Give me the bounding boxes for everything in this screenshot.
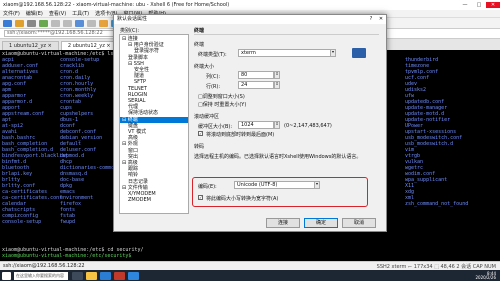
dialog-title: 默认会话属性 (117, 16, 148, 22)
xftp-icon[interactable] (99, 19, 108, 27)
terminal-entry: fwupd (60, 219, 76, 225)
terminal-column: thunderbird timezone tpvmlp.conf ucf.conf ud… (405, 57, 468, 207)
reconnect-icon[interactable] (39, 19, 48, 27)
disconnect-icon[interactable] (27, 19, 36, 27)
terminal-settings-panel: 终端 终端 终端类型(T): xterm ▾ 终端大小 列(C): 80 ⇕ 行… (192, 27, 384, 215)
scroll-bottom-checkbox[interactable]: ✓ (198, 131, 203, 136)
task-view-icon[interactable] (72, 271, 83, 280)
group-terminal-label: 终端 (194, 42, 205, 48)
group-scroll-label: 滚动缓冲区 (194, 114, 220, 120)
encoding-label: 编码(E): (198, 184, 217, 190)
columns-spinner[interactable]: ⇕ (274, 71, 280, 79)
terminal-column: acpi adduser.conf alternatives anacrontab ap… (2, 57, 68, 225)
browser-icon[interactable] (100, 271, 111, 280)
terminal-type-dropdown-icon[interactable]: ▾ (330, 49, 336, 57)
taskbar-clock: 8:44 2020/2/26 (475, 271, 496, 280)
cancel-button[interactable]: 取消 (342, 218, 376, 228)
close-button[interactable]: ✕ (486, 2, 500, 8)
session-tab[interactable]: 2 ubuntu12_yz × (60, 41, 118, 50)
tree-node[interactable]: ZMODEM (120, 197, 188, 203)
status-connection: ssh://xiaom@192.168.56.128:22 (3, 263, 85, 269)
terminal-entry: zsh_command_not_found (405, 201, 469, 207)
encoding-dropdown-icon[interactable]: ▾ (314, 181, 320, 189)
columns-input[interactable]: 80 (238, 71, 274, 79)
panel-divider (194, 34, 379, 35)
window-title: xiaom@192.168.56.128:22 - xiaom-virtual-… (3, 2, 230, 8)
new-session-icon[interactable] (3, 19, 12, 27)
windows-start-icon[interactable] (2, 271, 11, 280)
open-folder-icon[interactable] (15, 19, 24, 27)
encoding-select[interactable]: Unicode (UTF-8) (234, 181, 320, 189)
sync-window-checkbox[interactable]: □调整到窗口大小(S) (198, 93, 245, 100)
encoding-description: 选择远程主机的编码。已选择默认语言时Xshell使用Windows的默认语言。 (194, 154, 362, 160)
buffer-size-input[interactable]: 1024 (238, 121, 274, 129)
wide-char-label: 将此编码大小写转换为宽字符(A) (206, 196, 279, 202)
address-input[interactable]: ssh://xiaom:*****@192.168.56.128:22 (4, 30, 124, 37)
dialog-help-button[interactable]: ? (366, 15, 376, 24)
terminal-type-select[interactable]: xterm (238, 49, 336, 57)
connect-button[interactable]: 连接 (266, 218, 300, 228)
windows-taskbar: 在这里输入你要搜索的内容 8:44 2020/2/26 (0, 270, 500, 281)
paste-icon[interactable] (63, 19, 72, 27)
rows-input[interactable]: 24 (238, 81, 274, 89)
vmware-icon[interactable] (128, 271, 139, 280)
rows-spinner[interactable]: ⇕ (274, 81, 280, 89)
session-properties-dialog: 默认会话属性 ? ✕ 类别(C): ⊟ 连接 ⊟ 用户身份验证 登录提示符 登录脚本 ⊟… (113, 14, 387, 232)
group-size-label: 终端大小 (194, 64, 215, 70)
session-tab[interactable]: 1 ubuntu12_yz × (2, 41, 59, 50)
menu-item[interactable]: 查看(V) (49, 10, 66, 17)
status-info: SSH2 xterm ⌐ 177x34 ⬚ 48,46 2 会话 CAP NUM (376, 263, 496, 270)
panel-heading: 终端 (194, 28, 205, 34)
group-encoding-label: 转码 (194, 144, 205, 150)
fixed-size-checkbox[interactable]: □保持 时重置大小(Y) (198, 101, 246, 108)
scroll-bottom-label: 将滚动到底部时转到最后面(M) (206, 132, 275, 138)
window-titlebar: xiaom@192.168.56.128:22 - xiaom-virtual-… (0, 0, 500, 10)
terminal-entry: console-setup (2, 219, 42, 225)
rows-label: 行(R): (206, 84, 221, 90)
wide-char-checkbox[interactable]: ✓ (198, 195, 203, 200)
menu-item[interactable]: 工具(T) (72, 10, 89, 17)
menu-item[interactable]: 文件(F) (3, 10, 20, 17)
category-tree: ⊟ 连接 ⊟ 用户身份验证 登录提示符 登录脚本 ⊟ SSH 安全性 隧道 SFTP TELNE… (119, 34, 189, 214)
minimize-button[interactable]: — (458, 2, 472, 8)
taskbar-search[interactable]: 在这里输入你要搜索的内容 (14, 271, 68, 280)
buffer-range-hint: (0~2,147,483,647) (284, 123, 332, 129)
search-icon[interactable] (75, 19, 84, 27)
print-icon[interactable] (87, 19, 96, 27)
terminal-prompt-current: xiaom@ubuntu-virtual-machine:/etc/securi… (2, 253, 132, 259)
clock-date: 2020/2/26 (475, 274, 496, 280)
xshell-icon[interactable] (114, 271, 125, 280)
columns-label: 列(C): (206, 74, 221, 80)
terminal-column: console-setup cracklib cron.d cron.daily cro… (60, 57, 117, 225)
buffer-size-label: 缓冲区大小(B): (198, 124, 233, 130)
buffer-size-spinner[interactable]: ⇕ (274, 121, 280, 129)
menu-item[interactable]: 编辑(E) (26, 10, 43, 17)
ok-button[interactable]: 确定 (304, 218, 338, 228)
file-explorer-icon[interactable] (86, 271, 97, 280)
terminal-monitor-icon (352, 48, 366, 58)
status-bar: ssh://xiaom@192.168.56.128:22 SSH2 xterm… (0, 261, 500, 270)
copy-icon[interactable] (51, 19, 60, 27)
maximize-button[interactable]: □ (472, 2, 486, 8)
dialog-close-button[interactable]: ✕ (376, 15, 386, 24)
category-label: 类别(C): (120, 28, 140, 34)
terminal-type-label: 终端类型(T): (198, 52, 227, 58)
dialog-titlebar: 默认会话属性 ? ✕ (114, 15, 386, 24)
